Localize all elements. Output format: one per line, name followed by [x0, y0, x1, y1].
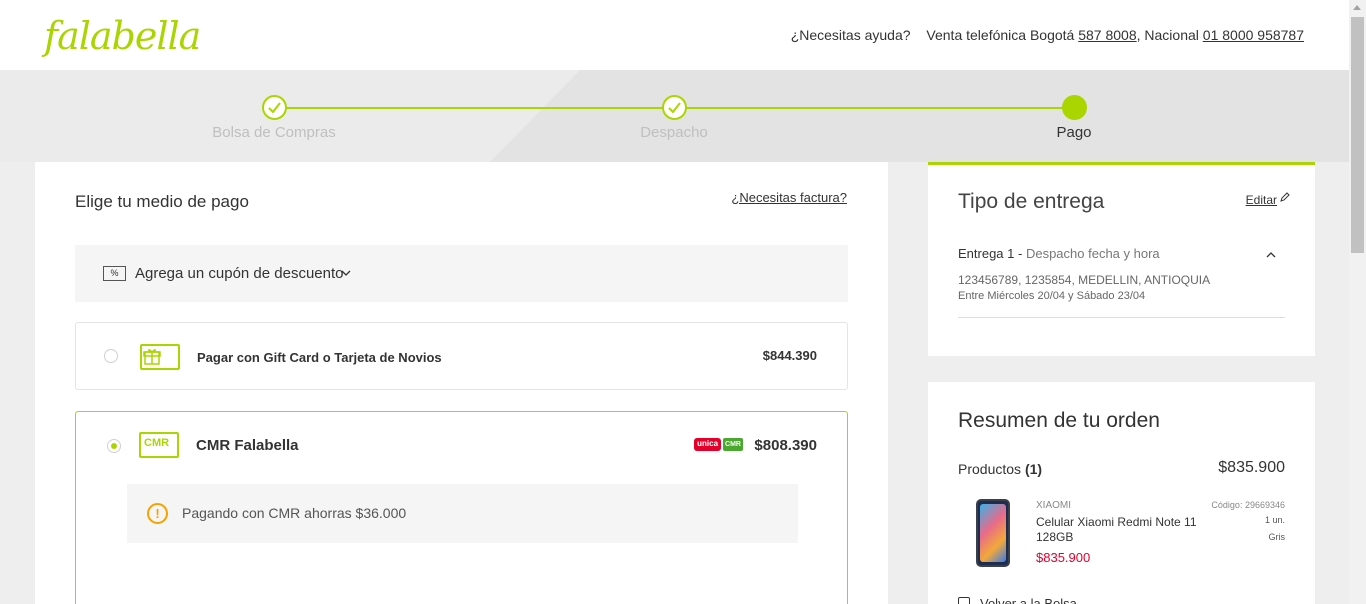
help-label: ¿Necesitas ayuda? — [790, 27, 911, 43]
summary-title: Resumen de tu orden — [958, 409, 1160, 432]
notice-text: Pagando con CMR ahorras $36.000 — [182, 505, 407, 521]
step-connector — [286, 107, 662, 109]
product-qty: 1 un. — [1264, 515, 1285, 525]
product-brand: XIAOMI — [1036, 500, 1072, 511]
step-done-icon — [662, 95, 687, 120]
step-connector — [686, 107, 1062, 109]
step-label-despacho[interactable]: Despacho — [574, 124, 774, 141]
chevron-down-icon — [341, 270, 351, 276]
delivery-address: 123456789, 1235854, MEDELLIN, ANTIOQUIA — [958, 273, 1211, 287]
delivery-entry-type: Despacho fecha y hora — [1025, 246, 1160, 261]
step-active-icon — [1062, 95, 1087, 120]
step-done-icon — [262, 95, 287, 120]
back-to-bag-link[interactable]: Volver a la Bolsa — [958, 596, 1077, 604]
divider — [958, 317, 1285, 318]
warning-icon: ! — [147, 503, 168, 524]
invoice-link[interactable]: ¿Necesitas factura? — [731, 190, 847, 205]
coupon-label: Agrega un cupón de descuento — [135, 265, 344, 282]
chevron-up-icon[interactable] — [1265, 251, 1277, 259]
scrollbar[interactable] — [1349, 0, 1366, 604]
step-label-bolsa[interactable]: Bolsa de Compras — [174, 124, 374, 141]
header: falabella ¿Necesitas ayuda? Venta telefó… — [0, 0, 1349, 70]
scroll-up-icon[interactable] — [1353, 5, 1361, 10]
delivery-card: Tipo de entrega Editar Entrega 1 - Despa… — [928, 162, 1315, 356]
cmr-label: CMR Falabella — [196, 437, 299, 454]
payment-option-gift-card[interactable]: Pagar con Gift Card o Tarjeta de Novios … — [75, 322, 848, 390]
step-label-pago: Pago — [1056, 124, 1092, 141]
phone-national-link[interactable]: 01 8000 958787 — [1203, 27, 1304, 43]
cmr-price: $808.390 — [754, 437, 817, 454]
edit-delivery-link[interactable]: Editar — [1246, 193, 1277, 207]
help-bar: ¿Necesitas ayuda? Venta telefónica Bogot… — [790, 27, 1304, 43]
product-color: Gris — [1268, 532, 1286, 542]
cmr-badges: unica CMR — [694, 438, 743, 451]
bag-icon — [958, 597, 970, 604]
delivery-entry-label: Entrega 1 - — [958, 246, 1023, 261]
delivery-title: Tipo de entrega — [958, 190, 1105, 213]
phone-label: Venta telefónica Bogotá — [926, 27, 1075, 43]
product-code: Código: 29669346 — [1211, 500, 1285, 510]
products-label: Productos (1) — [958, 461, 1043, 477]
cmr-card-icon: CMR — [139, 432, 179, 458]
cmr-radio[interactable] — [107, 439, 121, 453]
coupon-toggle[interactable]: % Agrega un cupón de descuento — [75, 245, 848, 302]
pencil-icon[interactable] — [1279, 191, 1291, 203]
delivery-date: Entre Miércoles 20/04 y Sábado 23/04 — [958, 290, 1146, 302]
unica-badge-icon: unica — [694, 438, 722, 451]
gift-card-icon — [140, 344, 180, 370]
payment-option-cmr[interactable]: CMR CMR Falabella unica CMR $808.390 ! P… — [75, 411, 848, 604]
products-total: $835.900 — [1218, 459, 1285, 476]
cmr-badge-icon: CMR — [723, 438, 743, 451]
product-name: Celular Xiaomi Redmi Note 11 128GB — [1036, 515, 1197, 544]
national-label: Nacional — [1144, 27, 1199, 43]
falabella-logo[interactable]: falabella — [44, 14, 201, 58]
delivery-entry: Entrega 1 - Despacho fecha y hora — [958, 246, 1160, 261]
order-summary-card: Resumen de tu orden Productos (1) $835.9… — [928, 382, 1315, 604]
product-image — [976, 499, 1010, 567]
products-count: (1) — [1024, 461, 1043, 477]
coupon-icon: % — [103, 266, 126, 281]
payment-panel: Elige tu medio de pago ¿Necesitas factur… — [35, 162, 888, 604]
gift-card-radio[interactable] — [104, 349, 118, 363]
gift-card-price: $844.390 — [762, 348, 817, 363]
cmr-savings-notice: ! Pagando con CMR ahorras $36.000 — [127, 484, 798, 543]
product-price: $835.900 — [1036, 550, 1091, 565]
payment-title: Elige tu medio de pago — [75, 192, 249, 211]
phone-bogota-link[interactable]: 587 8008 — [1078, 27, 1136, 43]
scroll-thumb[interactable] — [1351, 17, 1364, 253]
gift-card-label: Pagar con Gift Card o Tarjeta de Novios — [197, 350, 442, 365]
